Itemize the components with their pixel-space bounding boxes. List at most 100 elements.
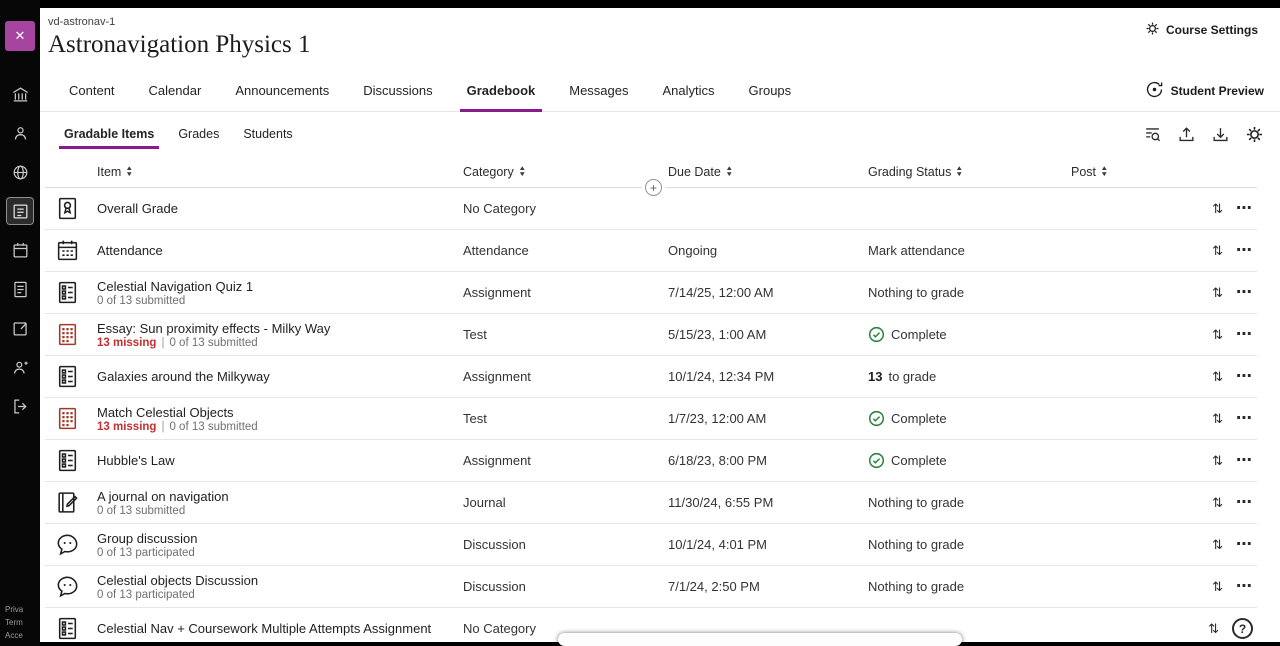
activity-icon[interactable] — [7, 276, 33, 302]
grading-status-cell: Complete — [868, 410, 1071, 427]
item-title-link[interactable]: Match Celestial Objects — [97, 405, 453, 420]
reorder-button[interactable]: ⇅ — [1212, 327, 1223, 343]
table-row[interactable]: Attendance Attendance Ongoing Mark atten… — [45, 230, 1257, 272]
row-menu-button[interactable]: ⋯ — [1236, 243, 1253, 259]
table-row[interactable]: A journal on navigation 0 of 13 submitte… — [45, 482, 1257, 524]
row-menu-button[interactable]: ⋯ — [1236, 327, 1253, 343]
complete-check-icon — [868, 452, 885, 469]
table-row[interactable]: Group discussion 0 of 13 participated Di… — [45, 524, 1257, 566]
tab-gradebook[interactable]: Gradebook — [450, 70, 553, 111]
subtab-students[interactable]: Students — [231, 112, 304, 156]
floating-bottom-bar — [558, 633, 962, 646]
terms-link[interactable]: Term — [5, 618, 23, 627]
institution-icon[interactable] — [7, 81, 33, 107]
item-title-link[interactable]: Attendance — [97, 243, 453, 258]
row-menu-button[interactable]: ⋯ — [1236, 495, 1253, 511]
sign-out-icon[interactable] — [7, 393, 33, 419]
reorder-button[interactable]: ⇅ — [1212, 495, 1223, 511]
gradable-items-table: Item ▲▼ Category ▲▼ Due Date ▲▼ Grading … — [45, 156, 1257, 642]
column-header-category[interactable]: Category ▲▼ — [463, 165, 668, 179]
download-icon[interactable] — [1208, 122, 1233, 147]
column-header-item[interactable]: Item ▲▼ — [97, 165, 463, 179]
due-date-cell: 7/14/25, 12:00 AM — [668, 285, 868, 300]
column-header-grading-status[interactable]: Grading Status ▲▼ — [868, 165, 1071, 179]
missing-count: 13 missing — [97, 421, 156, 433]
reorder-button[interactable]: ⇅ — [1208, 621, 1219, 637]
item-title-link[interactable]: Group discussion — [97, 531, 453, 546]
table-row[interactable]: Galaxies around the Milkyway Assignment … — [45, 356, 1257, 398]
reorder-button[interactable]: ⇅ — [1212, 243, 1223, 259]
column-header-due-date[interactable]: Due Date ▲▼ — [668, 165, 868, 179]
row-menu-button[interactable]: ⋯ — [1236, 453, 1253, 469]
row-menu-button[interactable]: ⋯ — [1236, 369, 1253, 385]
sort-icon: ▲▼ — [726, 166, 732, 177]
item-title-link[interactable]: Essay: Sun proximity effects - Milky Way — [97, 321, 453, 336]
tab-discussions[interactable]: Discussions — [346, 70, 449, 111]
tab-announcements[interactable]: Announcements — [218, 70, 346, 111]
add-item-button[interactable]: + — [645, 179, 662, 196]
student-preview-icon — [1145, 80, 1164, 102]
row-menu-button[interactable]: ⋯ — [1236, 411, 1253, 427]
upload-icon[interactable] — [1174, 122, 1199, 147]
profile-icon[interactable] — [7, 120, 33, 146]
course-title-block: vd-astronav-1 Astronavigation Physics 1 — [48, 16, 311, 59]
accessibility-link[interactable]: Acce — [5, 631, 23, 640]
gradebook-subnav: Gradable Items Grades Students — [40, 112, 1280, 156]
discussion-icon — [55, 532, 97, 557]
admin-icon[interactable] — [7, 354, 33, 380]
column-header-post[interactable]: Post ▲▼ — [1071, 165, 1187, 179]
student-preview-label: Student Preview — [1171, 84, 1264, 98]
student-preview-button[interactable]: Student Preview — [1145, 70, 1280, 111]
close-button[interactable]: ✕ — [5, 21, 35, 51]
tab-messages[interactable]: Messages — [552, 70, 645, 111]
tab-calendar[interactable]: Calendar — [132, 70, 219, 111]
grading-status-cell[interactable]: Mark attendance — [868, 243, 1071, 258]
calendar-icon[interactable] — [7, 237, 33, 263]
gradebook-icon[interactable] — [7, 198, 33, 224]
create-icon[interactable] — [7, 315, 33, 341]
separator: | — [161, 337, 164, 349]
table-row[interactable]: Match Celestial Objects 13 missing | 0 o… — [45, 398, 1257, 440]
item-title-link[interactable]: Galaxies around the Milkyway — [97, 369, 453, 384]
discussion-icon — [55, 574, 97, 599]
left-sidebar: ✕ Priva Term Acce — [0, 0, 40, 646]
item-title-link[interactable]: Celestial objects Discussion — [97, 573, 453, 588]
submitted-count: 0 of 13 submitted — [169, 337, 257, 349]
subtab-gradable-items[interactable]: Gradable Items — [52, 112, 166, 156]
table-row[interactable]: Essay: Sun proximity effects - Milky Way… — [45, 314, 1257, 356]
row-menu-button[interactable]: ⋯ — [1236, 201, 1253, 217]
reorder-button[interactable]: ⇅ — [1212, 411, 1223, 427]
item-title-link[interactable]: A journal on navigation — [97, 489, 453, 504]
reorder-button[interactable]: ⇅ — [1212, 537, 1223, 553]
reorder-button[interactable]: ⇅ — [1212, 285, 1223, 301]
grading-status-cell[interactable]: 13 to grade — [868, 369, 1071, 384]
table-row[interactable]: Celestial objects Discussion 0 of 13 par… — [45, 566, 1257, 608]
settings-gear-icon[interactable] — [1242, 122, 1267, 147]
item-title-link[interactable]: Overall Grade — [97, 201, 453, 216]
tab-content[interactable]: Content — [52, 70, 132, 111]
table-row[interactable]: Hubble's Law Assignment 6/18/23, 8:00 PM… — [45, 440, 1257, 482]
page-title: Astronavigation Physics 1 — [48, 31, 311, 59]
reorder-button[interactable]: ⇅ — [1212, 453, 1223, 469]
tab-groups[interactable]: Groups — [732, 70, 809, 111]
reorder-button[interactable]: ⇅ — [1212, 579, 1223, 595]
row-menu-button[interactable]: ⋯ — [1236, 579, 1253, 595]
reorder-button[interactable]: ⇅ — [1212, 369, 1223, 385]
table-row[interactable]: Celestial Navigation Quiz 1 0 of 13 subm… — [45, 272, 1257, 314]
reorder-button[interactable]: ⇅ — [1212, 201, 1223, 217]
category-cell: Assignment — [463, 369, 668, 384]
category-cell: Journal — [463, 495, 668, 510]
item-title-link[interactable]: Celestial Navigation Quiz 1 — [97, 279, 453, 294]
item-title-link[interactable]: Celestial Nav + Coursework Multiple Atte… — [97, 621, 453, 636]
row-menu-button[interactable]: ⋯ — [1236, 285, 1253, 301]
item-title-link[interactable]: Hubble's Law — [97, 453, 453, 468]
privacy-link[interactable]: Priva — [5, 605, 23, 614]
search-icon[interactable] — [1140, 122, 1165, 147]
tab-analytics[interactable]: Analytics — [646, 70, 732, 111]
row-menu-button[interactable]: ⋯ — [1236, 537, 1253, 553]
globe-icon[interactable] — [7, 159, 33, 185]
course-settings-button[interactable]: Course Settings — [1145, 21, 1258, 39]
help-icon[interactable]: ? — [1232, 618, 1253, 639]
category-cell: Discussion — [463, 579, 668, 594]
subtab-grades[interactable]: Grades — [166, 112, 231, 156]
